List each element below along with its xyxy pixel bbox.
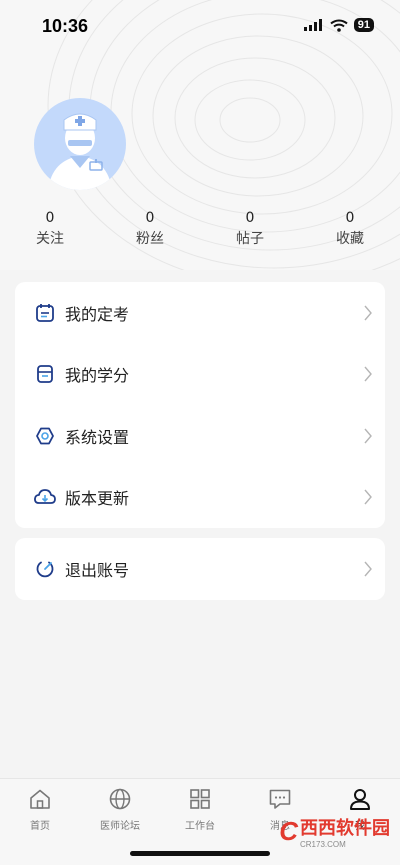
home-indicator xyxy=(130,851,270,856)
status-bar: 10:36 91 xyxy=(0,0,400,54)
battery-indicator: 91 xyxy=(353,18,374,32)
stat-fans[interactable]: 0 粉丝 xyxy=(120,210,180,248)
home-icon xyxy=(28,787,52,811)
stat-following[interactable]: 0 关注 xyxy=(20,210,80,248)
stat-value: 0 xyxy=(345,210,355,226)
signal-icon xyxy=(303,19,322,31)
stat-label: 关注 xyxy=(36,231,64,247)
menu-card: 我的定考 我的学分 系统设置 版本更新 xyxy=(15,282,385,528)
message-icon xyxy=(268,787,292,811)
stat-label: 收藏 xyxy=(336,231,364,247)
logout-button[interactable]: 退出账号 xyxy=(15,538,385,600)
chevron-right-icon xyxy=(364,366,372,382)
stat-value: 0 xyxy=(145,210,155,226)
watermark-text: 西西软件园 CR173.COM xyxy=(300,814,390,849)
menu-item-label: 版本更新 xyxy=(65,489,130,509)
stat-value: 0 xyxy=(45,210,55,226)
settings-hex-icon xyxy=(33,424,57,448)
menu-item-update[interactable]: 版本更新 xyxy=(15,467,385,529)
stat-label: 粉丝 xyxy=(136,231,164,247)
watermark: C 西西软件园 CR173.COM xyxy=(279,814,390,849)
chevron-right-icon xyxy=(364,428,372,444)
notebook-icon xyxy=(33,362,57,386)
status-time: 10:36 xyxy=(42,16,89,36)
logout-card: 退出账号 xyxy=(15,538,385,600)
tab-forum[interactable]: 医师论坛 xyxy=(80,787,160,832)
menu-item-credits[interactable]: 我的学分 xyxy=(15,344,385,406)
stat-favorites[interactable]: 0 收藏 xyxy=(320,210,380,248)
stat-value: 0 xyxy=(245,210,255,226)
grid-icon xyxy=(188,787,212,811)
power-icon xyxy=(33,557,57,581)
tab-workbench[interactable]: 工作台 xyxy=(160,787,240,832)
chevron-right-icon xyxy=(364,561,372,577)
chevron-right-icon xyxy=(364,305,372,321)
wifi-icon xyxy=(330,19,348,32)
watermark-logo: C xyxy=(279,816,298,846)
tab-label: 工作台 xyxy=(185,821,215,832)
avatar[interactable] xyxy=(34,98,126,190)
menu-item-exam[interactable]: 我的定考 xyxy=(15,282,385,344)
menu-item-label: 我的学分 xyxy=(65,366,130,386)
watermark-brand: 西西软件园 xyxy=(300,818,390,838)
status-icons: 91 xyxy=(303,18,374,32)
doctor-avatar-icon xyxy=(48,113,112,190)
stat-label: 帖子 xyxy=(236,231,264,247)
globe-icon xyxy=(108,787,132,811)
cloud-download-icon xyxy=(33,485,57,509)
calendar-icon xyxy=(33,301,57,325)
user-icon xyxy=(348,787,372,811)
menu-item-settings[interactable]: 系统设置 xyxy=(15,405,385,467)
stat-posts[interactable]: 0 帖子 xyxy=(220,210,280,248)
tab-home[interactable]: 首页 xyxy=(0,787,80,832)
tab-label: 医师论坛 xyxy=(100,821,140,832)
chevron-right-icon xyxy=(364,489,372,505)
watermark-sub: CR173.COM xyxy=(300,840,346,849)
menu-item-label: 我的定考 xyxy=(65,304,130,324)
logout-label: 退出账号 xyxy=(65,561,130,580)
tab-label: 首页 xyxy=(30,821,50,832)
menu-item-label: 系统设置 xyxy=(65,427,130,447)
